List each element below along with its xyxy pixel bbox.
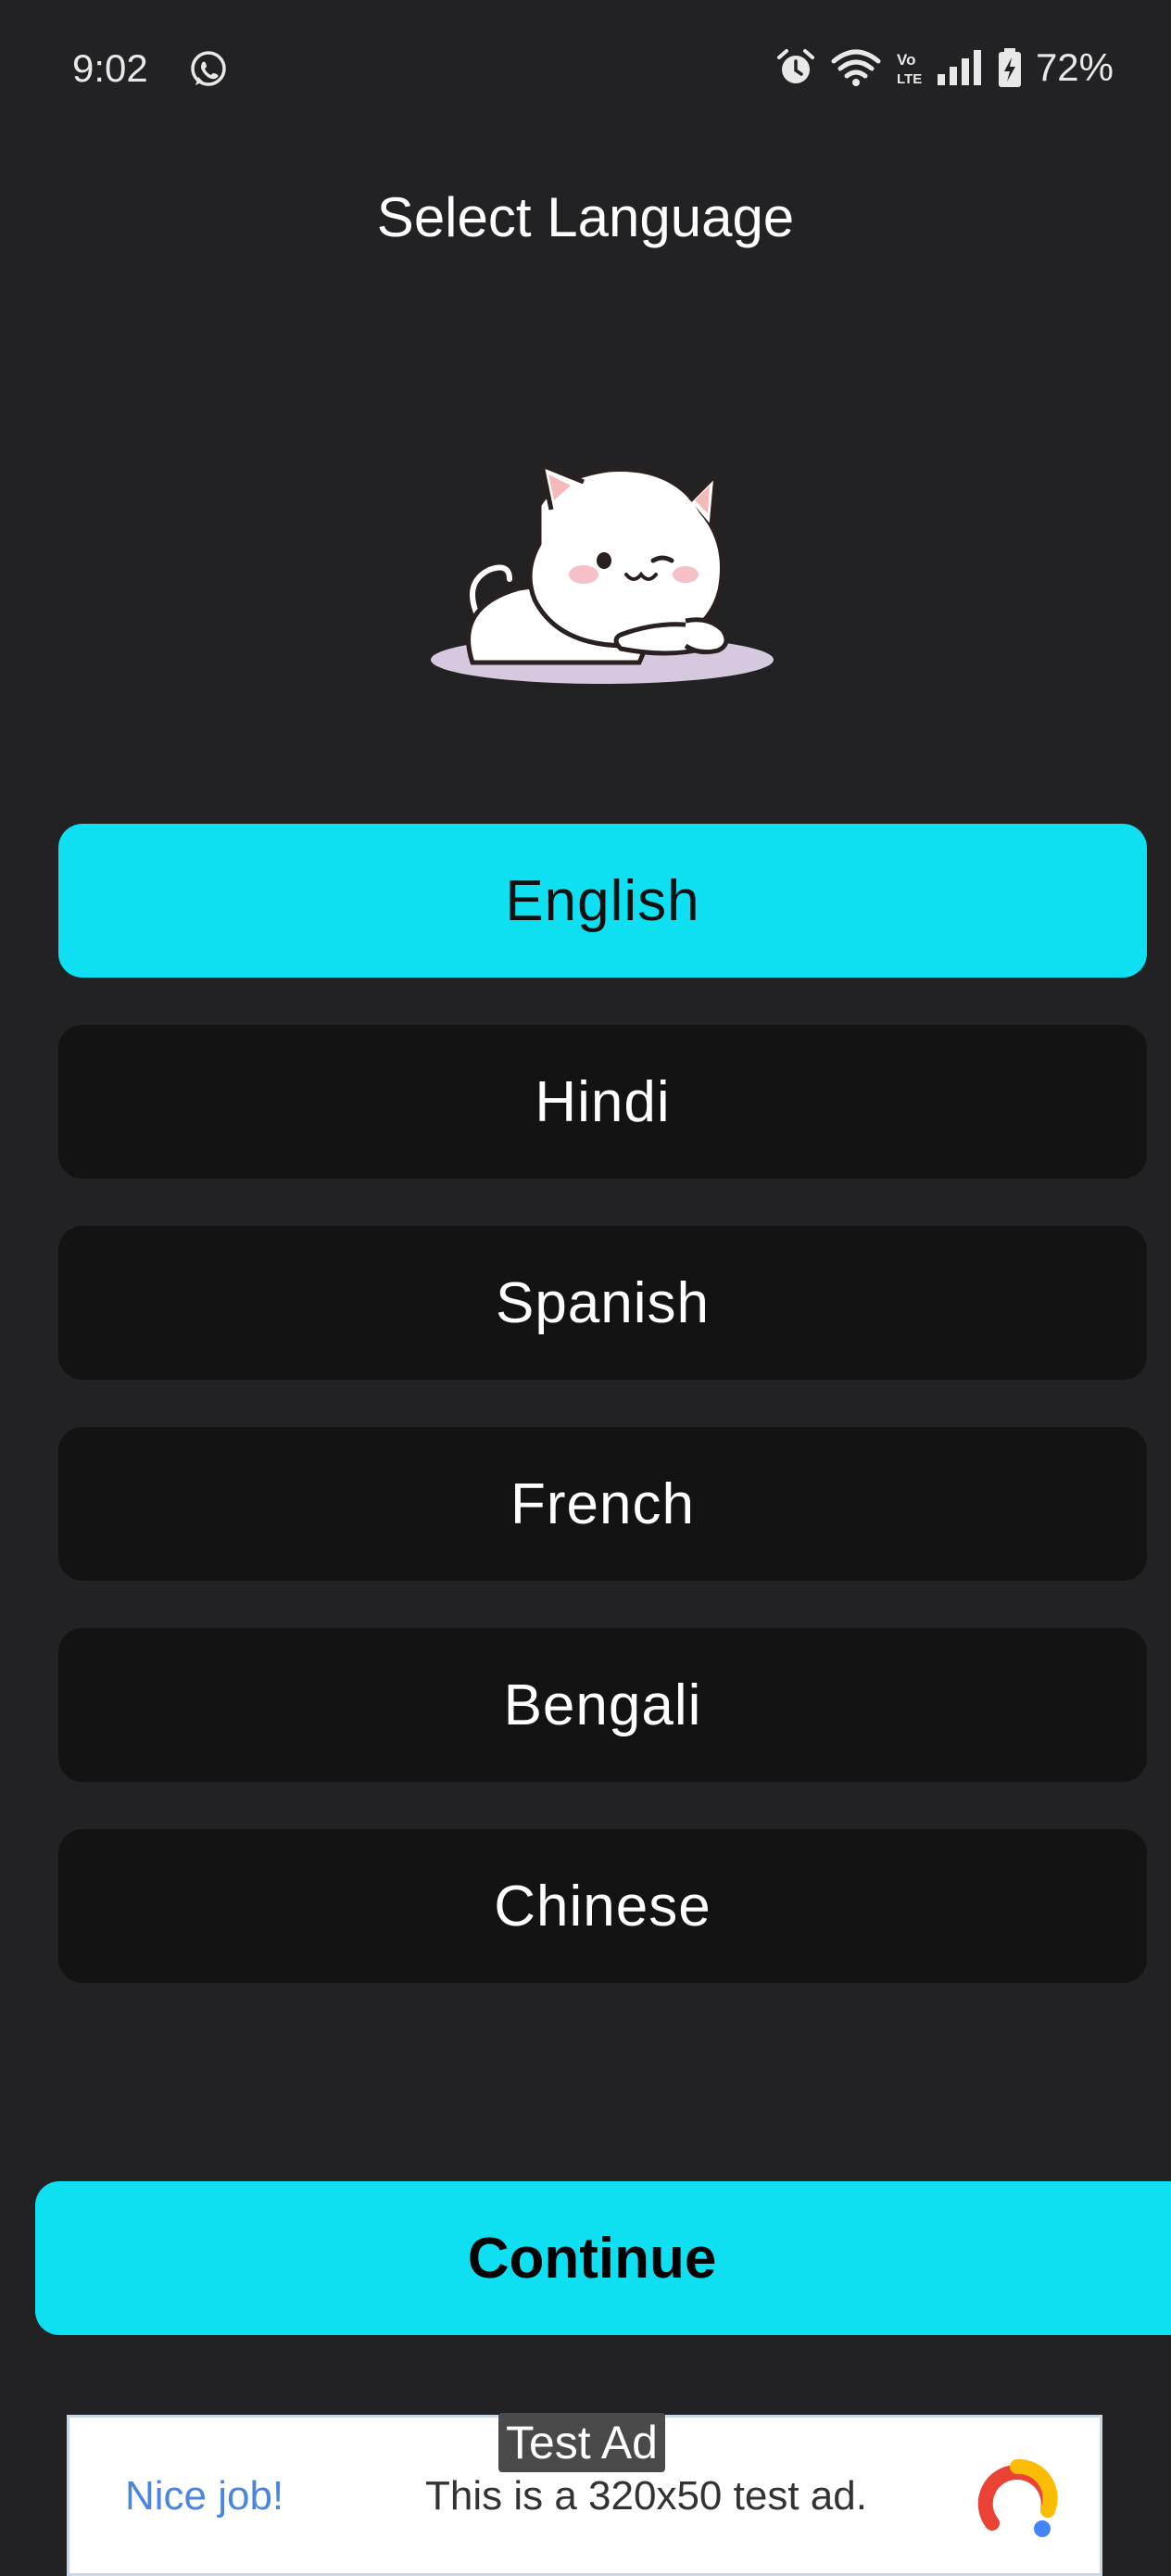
continue-button-label: Continue [467,2226,717,2291]
alarm-icon [774,46,817,89]
language-option-chinese[interactable]: Chinese [58,1829,1147,1983]
ad-body-text: This is a 320x50 test ad. [425,2473,867,2519]
wifi-icon [830,46,882,89]
status-icons: Vo LTE 72% [774,44,1114,91]
signal-icon [936,46,984,89]
status-bar: 9:02 Vo LTE 72% [0,0,1171,139]
volte-icon: Vo LTE [895,46,923,89]
whatsapp-icon [187,48,230,91]
battery-percent: 72% [1035,45,1114,89]
ad-network-logo[interactable] [974,2455,1061,2542]
language-option-bengali[interactable]: Bengali [58,1628,1147,1782]
page-title: Select Language [376,186,795,248]
svg-text:Vo: Vo [897,51,915,69]
language-list: English Hindi Spanish French Bengali Chi… [58,824,1147,2030]
cat-mascot-image [408,445,797,704]
continue-button[interactable]: Continue [35,2181,1171,2335]
battery-charging-icon [997,46,1023,89]
status-time: 9:02 [72,46,148,90]
ad-headline[interactable]: Nice job! [125,2473,283,2519]
svg-text:LTE: LTE [897,71,922,87]
language-option-french[interactable]: French [58,1427,1147,1581]
language-option-english[interactable]: English [58,824,1147,978]
ad-test-tag: Test Ad [498,2413,665,2472]
language-option-spanish[interactable]: Spanish [58,1226,1147,1380]
language-option-hindi[interactable]: Hindi [58,1025,1147,1179]
